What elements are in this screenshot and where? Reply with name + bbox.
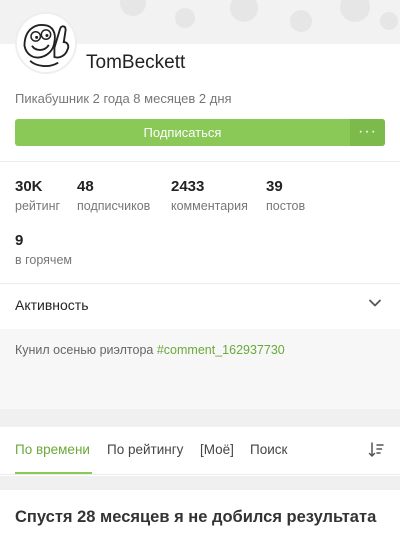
active-tab-indicator: [15, 472, 92, 474]
sort-icon[interactable]: [368, 441, 386, 459]
stat-value: 2433: [171, 178, 205, 195]
stat-value: 30K: [15, 178, 43, 195]
activity-text: Кунил осенью риэлтора: [15, 343, 157, 357]
stat-hot[interactable]: 9 в горячем: [15, 232, 72, 267]
activity-title[interactable]: Активность: [15, 297, 89, 313]
tab-by-rating[interactable]: По рейтингу: [107, 442, 183, 457]
stat-label: подписчиков: [77, 199, 151, 213]
member-since: Пикабушник 2 года 8 месяцев 2 дня: [15, 91, 232, 106]
cover-pattern: [230, 0, 258, 22]
stat-value: 39: [266, 178, 283, 195]
cover-pattern: [290, 10, 312, 32]
stat-value: 9: [15, 232, 24, 249]
stat-posts[interactable]: 39 постов: [266, 178, 305, 213]
subscribe-button[interactable]: Подписаться ···: [15, 119, 385, 146]
chevron-down-icon[interactable]: [368, 296, 382, 310]
post-title[interactable]: Спустя 28 месяцев я не добился результат…: [15, 504, 385, 531]
section-gap: [0, 476, 400, 490]
stat-comments[interactable]: 2433 комментария: [171, 178, 248, 213]
tab-search[interactable]: Поиск: [250, 442, 287, 457]
tab-by-time[interactable]: По времени: [15, 442, 90, 457]
activity-entry: Кунил осенью риэлтора #comment_162937730: [15, 343, 285, 357]
divider: [0, 283, 400, 284]
username: TomBeckett: [86, 52, 186, 73]
divider: [0, 161, 400, 162]
avatar-rage-face: [17, 14, 75, 72]
tab-mine[interactable]: [Моё]: [200, 442, 234, 457]
activity-panel: Кунил осенью риэлтора #comment_162937730: [0, 329, 400, 409]
cover-pattern: [175, 8, 195, 28]
stat-rating: 30K рейтинг: [15, 178, 60, 213]
stat-label: постов: [266, 199, 306, 213]
post-sort-tabs: По времени По рейтингу [Моё] Поиск: [0, 427, 400, 475]
activity-comment-link[interactable]: #comment_162937730: [157, 343, 285, 357]
section-gap: [0, 409, 400, 427]
stat-label: в горячем: [15, 253, 72, 267]
stat-subscribers[interactable]: 48 подписчиков: [77, 178, 150, 213]
stat-label: рейтинг: [15, 199, 61, 213]
cover-pattern: [380, 12, 398, 30]
subscribe-label: Подписаться: [143, 125, 222, 140]
more-dots-icon[interactable]: ···: [350, 119, 385, 146]
stat-value: 48: [77, 178, 94, 195]
cover-pattern: [340, 0, 370, 22]
stat-label: комментария: [171, 199, 248, 213]
avatar[interactable]: [15, 12, 77, 74]
cover-pattern: [120, 0, 146, 16]
